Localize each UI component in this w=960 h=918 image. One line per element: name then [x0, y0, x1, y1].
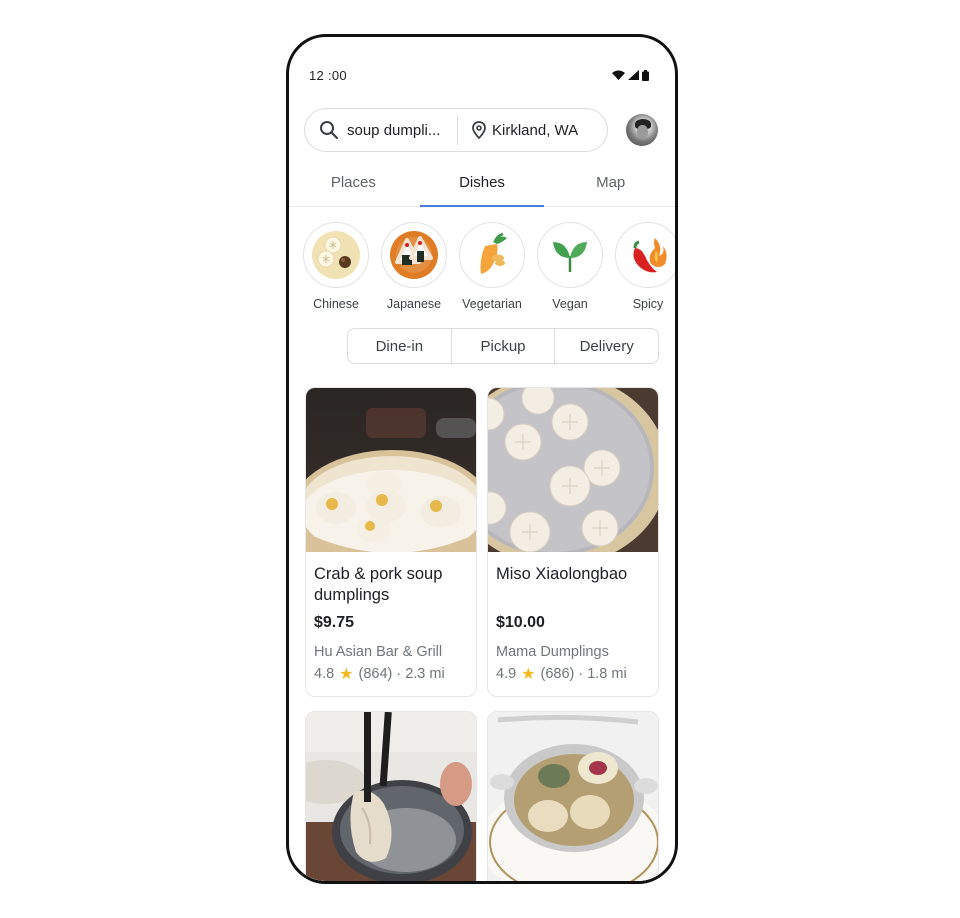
location-field[interactable]: Kirkland, WA [458, 109, 607, 151]
category-label: Vegetarian [462, 297, 522, 311]
dish-card[interactable] [487, 711, 659, 881]
category-spicy[interactable]: Spicy [615, 222, 675, 311]
dish-price: $9.75 [314, 614, 355, 631]
status-time: 12 :00 [309, 67, 347, 83]
review-count: (864) [358, 666, 393, 682]
dish-card-body: Crab & pork soup dumplings $9.75 Hu Asia… [306, 552, 476, 696]
dish-title: Miso Xiaolongbao [496, 565, 628, 583]
category-vegetarian-circle [459, 222, 525, 288]
dish-card[interactable]: Crab & pork soup dumplings $9.75 Hu Asia… [305, 387, 477, 697]
category-label: Japanese [386, 297, 442, 311]
category-vegan-circle [537, 222, 603, 288]
status-icons [612, 69, 649, 81]
category-japanese[interactable]: Japanese [381, 222, 447, 311]
category-label: Chinese [313, 297, 359, 311]
dish-meta: 4.8 ★ (864) · 2.3 mi [314, 664, 468, 684]
dish-photo [306, 388, 476, 552]
pickup-button[interactable]: Pickup [452, 329, 556, 363]
star-icon: ★ [521, 666, 536, 683]
chili-flame-icon [633, 238, 667, 273]
category-label: Vegan [552, 297, 588, 311]
dish-meta: 4.9 ★ (686) · 1.8 mi [496, 664, 650, 684]
dish-photo [488, 388, 658, 552]
tab-places[interactable]: Places [289, 159, 418, 206]
avatar[interactable] [626, 114, 658, 146]
search-icon [320, 121, 339, 140]
search-row: soup dumpli... Kirkland, WA [304, 107, 660, 153]
category-vegan[interactable]: Vegan [537, 222, 603, 311]
distance: 1.8 mi [587, 666, 627, 682]
signal-icon [628, 70, 639, 80]
carrot-icon [480, 232, 507, 274]
location-pin-icon [472, 121, 486, 139]
sprout-icon [553, 242, 587, 272]
dish-card[interactable] [305, 711, 477, 881]
battery-icon [642, 69, 649, 81]
search-query: soup dumpli... [347, 121, 441, 139]
delivery-button[interactable]: Delivery [555, 329, 658, 363]
dish-photo [488, 712, 658, 881]
phone-frame: 12 :00 soup dumpli... Kirkland, WA Place… [286, 34, 678, 884]
star-icon: ★ [339, 666, 354, 683]
onigiri-icon [390, 231, 438, 279]
wifi-icon [612, 70, 625, 80]
separator: · [578, 666, 584, 682]
dish-card[interactable]: Miso Xiaolongbao $10.00 Mama Dumplings 4… [487, 387, 659, 697]
restaurant-name: Hu Asian Bar & Grill [314, 644, 443, 660]
tab-bar: Places Dishes Map [289, 159, 675, 207]
app-screen: 12 :00 soup dumpli... Kirkland, WA Place… [289, 37, 675, 881]
category-chinese-circle [303, 222, 369, 288]
status-bar: 12 :00 [309, 67, 649, 83]
restaurant-name: Mama Dumplings [496, 644, 609, 660]
category-vegetarian[interactable]: Vegetarian [459, 222, 525, 311]
dumplings-icon [312, 231, 360, 279]
dish-title: Crab & pork soup dumplings [314, 565, 443, 604]
search-query-field[interactable]: soup dumpli... [305, 109, 457, 151]
dish-card-body: Miso Xiaolongbao $10.00 Mama Dumplings 4… [488, 552, 658, 696]
tab-dishes[interactable]: Dishes [418, 159, 547, 207]
tab-map[interactable]: Map [546, 159, 675, 206]
rating-value: 4.9 [496, 666, 517, 682]
separator: · [396, 666, 402, 682]
distance: 2.3 mi [405, 666, 445, 682]
category-japanese-circle [381, 222, 447, 288]
dine-in-button[interactable]: Dine-in [348, 329, 452, 363]
search-bar: soup dumpli... Kirkland, WA [304, 108, 608, 152]
category-carousel: Chinese Japanese Vegetarian Vegan Spicy [303, 222, 675, 311]
dish-price: $10.00 [496, 614, 545, 631]
review-count: (686) [540, 666, 575, 682]
category-spicy-circle [615, 222, 675, 288]
service-options: Dine-in Pickup Delivery [347, 328, 659, 364]
dish-photo [306, 712, 476, 881]
category-label: Spicy [632, 297, 664, 311]
category-chinese[interactable]: Chinese [303, 222, 369, 311]
location-text: Kirkland, WA [492, 121, 579, 139]
rating-value: 4.8 [314, 666, 335, 682]
